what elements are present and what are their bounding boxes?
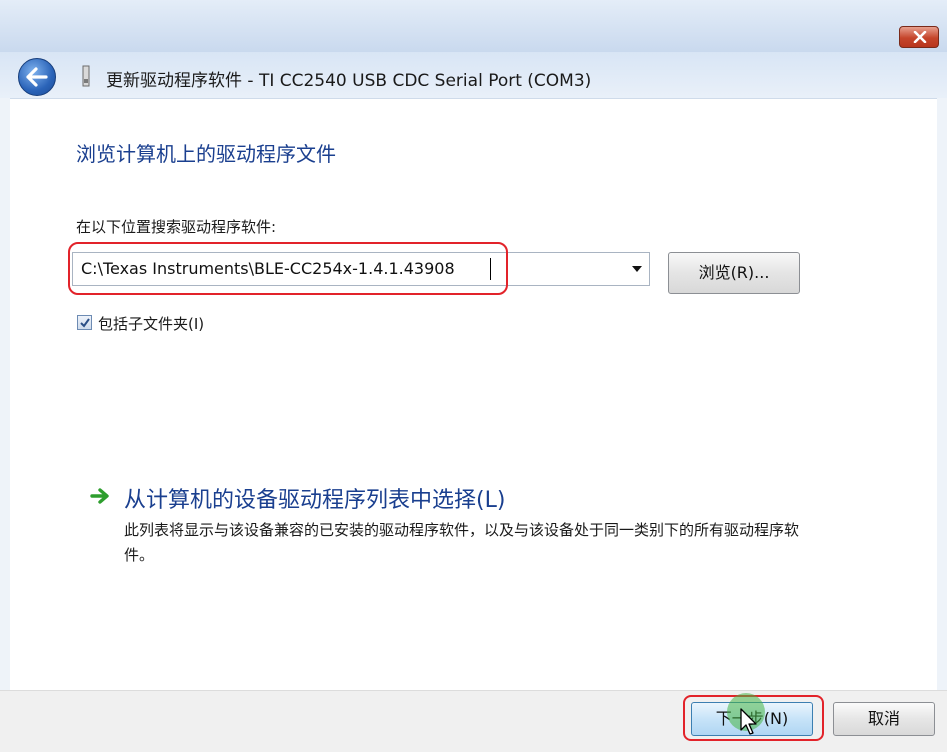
search-location-label: 在以下位置搜索驱动程序软件: xyxy=(76,218,277,236)
title-bar xyxy=(0,0,947,53)
device-icon xyxy=(82,65,90,87)
close-icon xyxy=(913,31,927,43)
browse-button[interactable]: 浏览(R)... xyxy=(668,252,800,294)
path-input[interactable]: C:\Texas Instruments\BLE-CC254x-1.4.1.43… xyxy=(81,259,455,278)
window-right-edge xyxy=(937,98,947,751)
dropdown-arrow-icon xyxy=(632,266,642,272)
include-subfolders-checkbox[interactable] xyxy=(77,315,92,330)
cancel-button[interactable]: 取消 xyxy=(833,702,935,736)
include-subfolders-label: 包括子文件夹(I) xyxy=(98,315,205,333)
checkmark-icon xyxy=(80,318,90,328)
back-button[interactable] xyxy=(18,58,56,96)
back-arrow-icon xyxy=(26,67,48,87)
choose-from-list-link[interactable]: 从计算机的设备驱动程序列表中选择(L) xyxy=(124,482,505,514)
next-button[interactable]: 下一步(N) xyxy=(691,702,813,736)
path-combobox[interactable]: C:\Texas Instruments\BLE-CC254x-1.4.1.43… xyxy=(72,252,650,286)
close-button[interactable] xyxy=(899,26,939,48)
choose-from-list-description: 此列表将显示与该设备兼容的已安装的驱动程序软件，以及与该设备处于同一类别下的所有… xyxy=(124,521,800,564)
window-left-edge xyxy=(0,98,10,751)
green-arrow-icon xyxy=(90,488,109,504)
dropdown-button[interactable] xyxy=(625,253,649,285)
text-caret xyxy=(490,258,491,280)
page-title: 浏览计算机上的驱动程序文件 xyxy=(76,142,336,166)
window-title: 更新驱动程序软件 - TI CC2540 USB CDC Serial Port… xyxy=(106,71,592,91)
